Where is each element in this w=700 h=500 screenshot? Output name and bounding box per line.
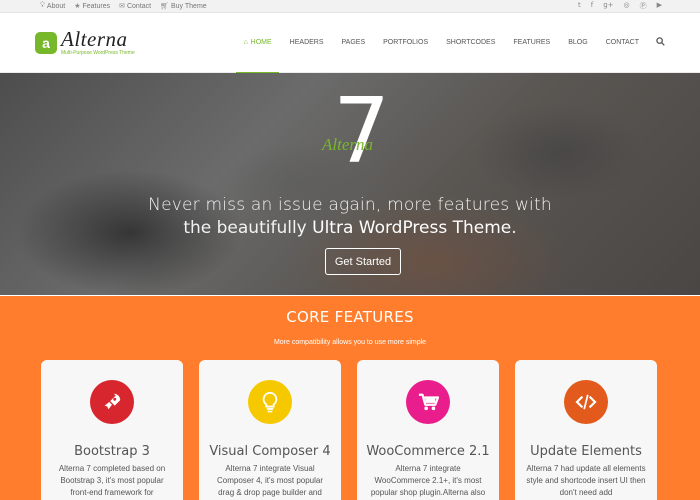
cart-icon xyxy=(406,380,450,424)
hero-line2-suffix: . xyxy=(511,218,517,238)
hero-line2-emphasis: Ultra WordPress Theme xyxy=(312,218,512,238)
nav-item-headers[interactable]: HEADERS xyxy=(281,13,333,73)
feature-card-visual-composer[interactable]: Visual Composer 4 Alterna 7 integrate Vi… xyxy=(199,360,341,500)
top-link-label: Contact xyxy=(126,2,152,10)
top-link-label: Buy Theme xyxy=(171,2,207,10)
site-header: a Alterna Multi-Purpose WordPress Theme … xyxy=(0,13,700,74)
feature-card-title: Visual Composer 4 xyxy=(209,444,331,459)
top-link-label: Features xyxy=(82,2,111,10)
nav-item-portfolios[interactable]: PORTFOLIOS xyxy=(374,13,437,73)
hero-banner: 7 Alterna Never miss an issue again, mor… xyxy=(0,73,700,295)
top-link-contact[interactable]: ✉ Contact xyxy=(119,2,152,11)
bulb-icon: 💡︎ xyxy=(40,2,45,9)
feature-card-woocommerce[interactable]: WooCommerce 2.1 Alterna 7 integrate WooC… xyxy=(357,360,499,500)
nav-item-pages[interactable]: PAGES xyxy=(333,13,375,73)
home-icon: ⌂ xyxy=(243,39,248,46)
top-bar: 💡︎ About ★ Features ✉ Contact 🛒︎ Buy The… xyxy=(0,0,700,13)
features-title: CORE FEATURES xyxy=(286,308,414,326)
logo-mark: a xyxy=(35,31,57,54)
feature-card-desc: Alterna 7 integrate WooCommerce 2.1+, it… xyxy=(370,464,486,497)
hero-headline-line2: the beautifully Ultra WordPress Theme. xyxy=(0,218,700,238)
top-link-about[interactable]: 💡︎ About xyxy=(40,2,65,10)
logo-name: Alterna xyxy=(61,27,128,51)
rocket-icon xyxy=(90,380,134,424)
cart-icon: 🛒︎ xyxy=(160,3,169,10)
feature-card-update-elements[interactable]: Update Elements Alterna 7 had update all… xyxy=(515,360,657,500)
star-icon: ★ xyxy=(74,3,81,10)
nav-item-shortcodes[interactable]: SHORTCODES xyxy=(437,13,504,73)
nav-item-features[interactable]: FEATURES xyxy=(504,13,559,73)
code-icon xyxy=(564,380,608,424)
feature-card-title: Bootstrap 3 xyxy=(74,444,150,459)
youtube-icon[interactable]: ▶ xyxy=(657,1,662,11)
feature-card-desc: Alterna 7 integrate Visual Composer 4, i… xyxy=(216,464,323,497)
hero-version-number: 7 xyxy=(333,79,391,184)
dribbble-icon[interactable]: ◎ xyxy=(624,1,630,11)
get-started-button[interactable]: Get Started xyxy=(325,248,401,275)
social-links: t f g+ ◎ Ⓟ ▶ xyxy=(578,1,662,11)
hero-headline-line1: Never miss an issue again, more features… xyxy=(148,195,552,215)
mail-icon: ✉ xyxy=(119,3,125,10)
feature-card-title: Update Elements xyxy=(530,444,642,459)
hero-brand: Alterna xyxy=(322,135,373,154)
top-link-buy-theme[interactable]: 🛒︎ Buy Theme xyxy=(160,2,207,11)
hero-line2-prefix: the beautifully xyxy=(183,218,313,238)
feature-card-title: WooCommerce 2.1 xyxy=(366,444,490,459)
top-link-label: About xyxy=(46,2,66,10)
twitter-icon[interactable]: t xyxy=(578,1,581,11)
nav-item-blog[interactable]: BLOG xyxy=(559,13,596,73)
site-logo[interactable]: a Alterna Multi-Purpose WordPress Theme xyxy=(35,29,135,56)
feature-card-desc: Alterna 7 had update all elements style … xyxy=(526,464,646,497)
features-subtitle: More compatibility allows you to use mor… xyxy=(273,339,427,346)
pinterest-icon[interactable]: Ⓟ xyxy=(640,1,647,11)
top-links: 💡︎ About ★ Features ✉ Contact 🛒︎ Buy The… xyxy=(40,2,207,10)
nav-item-label: HOME xyxy=(250,39,272,46)
nav-item-contact[interactable]: CONTACT xyxy=(597,13,648,73)
lightbulb-icon xyxy=(248,380,292,424)
core-features-section: CORE FEATURES More compatibility allows … xyxy=(0,296,700,500)
logo-text: Alterna Multi-Purpose WordPress Theme xyxy=(61,29,135,56)
google-plus-icon[interactable]: g+ xyxy=(603,1,613,11)
logo-tagline: Multi-Purpose WordPress Theme xyxy=(61,50,135,56)
feature-card-desc: Alterna 7 completed based on Bootstrap 3… xyxy=(58,464,166,497)
main-nav: ⌂ HOME HEADERS PAGES PORTFOLIOS SHORTCOD… xyxy=(234,13,665,74)
facebook-icon[interactable]: f xyxy=(591,1,593,11)
top-link-features[interactable]: ★ Features xyxy=(74,2,111,11)
search-icon[interactable] xyxy=(648,37,665,48)
nav-item-home[interactable]: ⌂ HOME xyxy=(234,13,280,74)
feature-card-bootstrap[interactable]: Bootstrap 3 Alterna 7 completed based on… xyxy=(41,360,183,500)
